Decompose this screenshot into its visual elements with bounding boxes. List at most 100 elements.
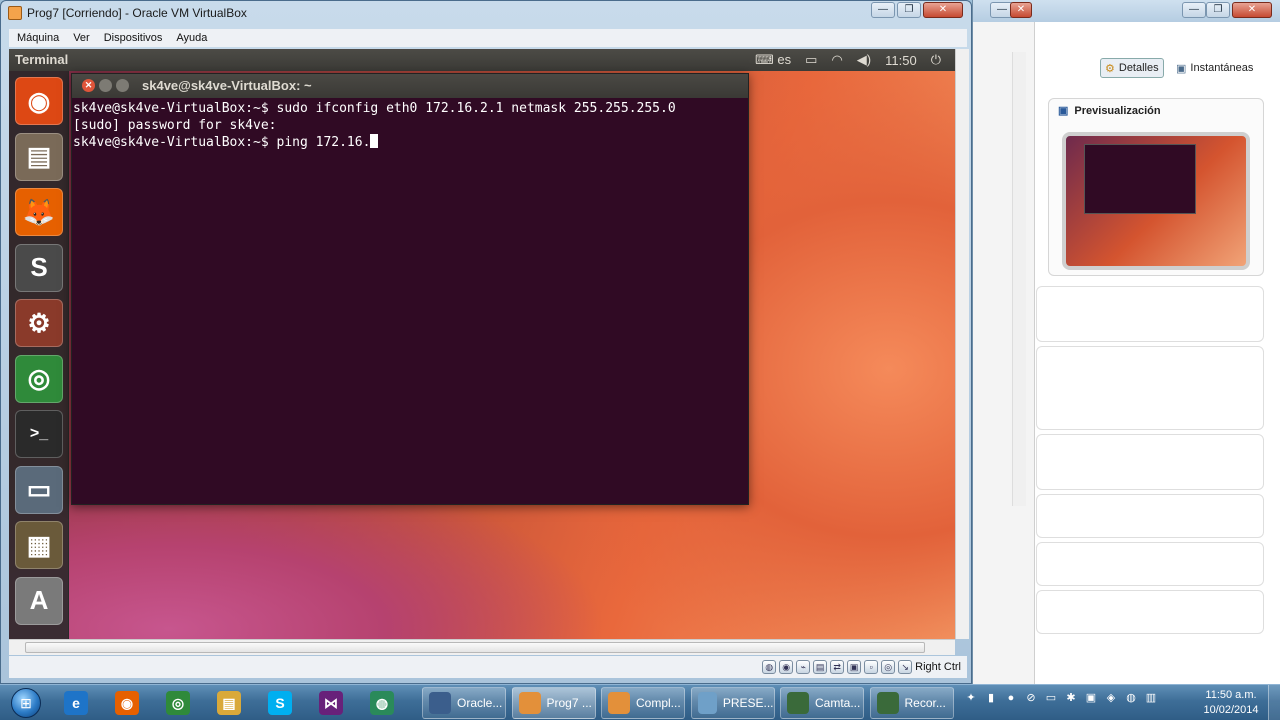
hard-disk-icon[interactable]: ◍ [762,660,777,674]
launcher-item[interactable]: ◉ [15,77,63,125]
clock-date: 10/02/2014 [1203,704,1259,716]
snapshots-button[interactable]: ▣ Instantáneas [1176,58,1253,78]
vm-list-scrollbar[interactable] [1012,52,1026,506]
taskbar-pinned-item[interactable]: S [258,687,302,719]
close-button[interactable]: ✕ [923,2,963,18]
tray-app-icon[interactable]: ✦ [964,691,978,705]
volume-icon[interactable]: ◀) [857,52,871,68]
taskbar-task-button[interactable]: Camta... [780,687,864,719]
taskbar-pinned-item[interactable]: ◎ [156,687,200,719]
launcher-item[interactable]: A [15,576,63,625]
terminal-maximize-button[interactable] [116,79,129,92]
taskbar-task-button[interactable]: Prog7 ... [511,687,596,719]
chrome-icon: ◎ [27,363,51,393]
tray-app-icon[interactable]: ▣ [1084,691,1098,705]
minimize-button[interactable]: — [871,2,895,18]
terminal-title-bar[interactable]: ✕ sk4ve@sk4ve-VirtualBox: ~ [72,74,748,98]
system-tray: ✦ ▮ ● ⊘ ▭ ✱ ▣ ◈ ◍ ▥ [964,691,1158,705]
windows-logo-icon: ⊞ [11,688,41,718]
tray-app-icon[interactable]: ◍ [1124,691,1138,705]
virtualbox-icon [429,692,451,714]
launcher-item[interactable]: ▭ [15,465,63,514]
launcher-item[interactable]: ◎ [15,354,63,403]
launcher-item[interactable]: ▤ [15,132,63,181]
network-icon: ◍ [370,691,394,715]
tray-app-icon[interactable]: ● [1004,691,1018,705]
tray-app-icon[interactable]: ⊘ [1024,691,1038,705]
keyboard-icon[interactable]: ⌨ es [755,52,791,68]
terminal-close-button[interactable]: ✕ [82,79,95,92]
tray-bluetooth-icon[interactable]: ✱ [1064,691,1078,705]
maximize-button[interactable]: ❐ [897,2,921,18]
manager-close-button[interactable]: ✕ [1010,2,1032,18]
taskbar-clock[interactable]: 11:50 a.m. 10/02/2014 [1196,688,1266,718]
usb-icon[interactable]: ⌁ [796,660,811,674]
taskbar-task-button[interactable]: Recor... [869,687,954,719]
manager-maximize-button[interactable]: ❐ [1206,2,1230,18]
capture-icon[interactable]: ◎ [881,660,896,674]
taskbar-task-button[interactable]: Compl... [601,687,685,719]
vm-icon [518,692,541,714]
details-button[interactable]: ⚙ Detalles [1100,58,1164,78]
panel-clock[interactable]: 11:50 [885,53,917,68]
battery-icon[interactable]: ▭ [805,52,817,68]
taskbar-task-button[interactable]: PRESE... [690,687,775,719]
visual-studio-icon: ⋈ [319,691,343,715]
menu-ver[interactable]: Ver [73,32,90,44]
manager-minimize-button-2[interactable]: — [1182,2,1206,18]
vm-vertical-scrollbar[interactable] [955,49,969,639]
windows-taskbar: ⊞ e ◉ ◎ ▤ S ⋈ ◍ Oracle... Prog7 ... Compl... PRES… [0,684,1280,720]
show-desktop-button[interactable] [1268,685,1280,720]
power-icon[interactable]: ⏻ [931,52,941,68]
files-icon: ▤ [26,141,52,171]
menu-ayuda[interactable]: Ayuda [176,32,207,44]
menu-maquina[interactable]: Máquina [17,32,59,44]
recorder-icon [876,692,899,714]
workspace-switcher-icon: ▦ [26,529,52,560]
scrollbar-thumb[interactable] [25,642,925,653]
tray-signal-icon[interactable]: ▮ [984,691,998,705]
manager-close-button-2[interactable]: ✕ [1232,2,1272,18]
launcher-item[interactable]: >_ [15,410,63,458]
terminal-line: [sudo] password for sk4ve: [73,118,277,133]
vm-window-title: Prog7 [Corriendo] - Oracle VM VirtualBox [27,6,247,20]
wifi-icon[interactable]: ◠ [831,52,842,68]
mouse-integration-icon[interactable]: ▫ [864,660,879,674]
vm-horizontal-scrollbar[interactable] [9,639,955,655]
taskbar-pinned-item[interactable]: ◉ [105,687,149,719]
tray-network-icon[interactable]: ▥ [1144,691,1158,705]
taskbar-pinned-item[interactable]: ▤ [207,687,251,719]
skype-icon: S [268,691,292,715]
tray-app-icon[interactable]: ◈ [1104,691,1118,705]
terminal-output[interactable]: sk4ve@sk4ve-VirtualBox:~$ sudo ifconfig … [72,100,748,151]
terminal-minimize-button[interactable] [99,79,112,92]
taskbar-task-button[interactable]: Oracle... [422,687,506,719]
tray-app-icon[interactable]: ▭ [1044,691,1058,705]
details-group-storage [1036,494,1264,538]
launcher-item[interactable]: ▦ [15,521,63,569]
details-group-general [1036,286,1264,342]
launcher-item[interactable]: 🦊 [15,188,63,236]
ubuntu-dash-icon: ◉ [27,85,51,116]
optical-drive-icon[interactable]: ◉ [779,660,794,674]
vm-title-bar[interactable]: Prog7 [Corriendo] - Oracle VM VirtualBox [1,1,973,25]
launcher-item[interactable]: ⚙ [15,299,63,347]
display-icon[interactable]: ▣ [847,660,862,674]
terminal-window[interactable]: ✕ sk4ve@sk4ve-VirtualBox: ~ sk4ve@sk4ve-… [71,73,749,505]
vm-icon [608,692,630,714]
indicator-area: ⌨ es ▭ ◠ ◀) 11:50 ⏻ [755,52,941,68]
taskbar-pinned-item[interactable]: ⋈ [309,687,353,719]
vm-window: Prog7 [Corriendo] - Oracle VM VirtualBox… [0,0,972,684]
network-icon[interactable]: ⇄ [830,660,845,674]
taskbar-pinned-item[interactable]: ◍ [360,687,404,719]
launcher-item[interactable]: S [15,243,63,292]
host-key-icon[interactable]: ↘ [898,660,913,674]
details-group-display [1036,434,1264,490]
start-button[interactable]: ⊞ [4,685,48,720]
menu-dispositivos[interactable]: Dispositivos [104,32,163,44]
preview-label: Previsualización [1074,104,1161,117]
shared-folders-icon[interactable]: ▤ [813,660,828,674]
taskbar-pinned-item[interactable]: e [54,687,98,719]
guest-display[interactable]: Terminal ⌨ es ▭ ◠ ◀) 11:50 ⏻ ◉ ▤ 🦊 S ⚙ ◎ >_ ▭ ▦ A… [9,49,955,639]
virtualbox-icon [8,6,22,20]
